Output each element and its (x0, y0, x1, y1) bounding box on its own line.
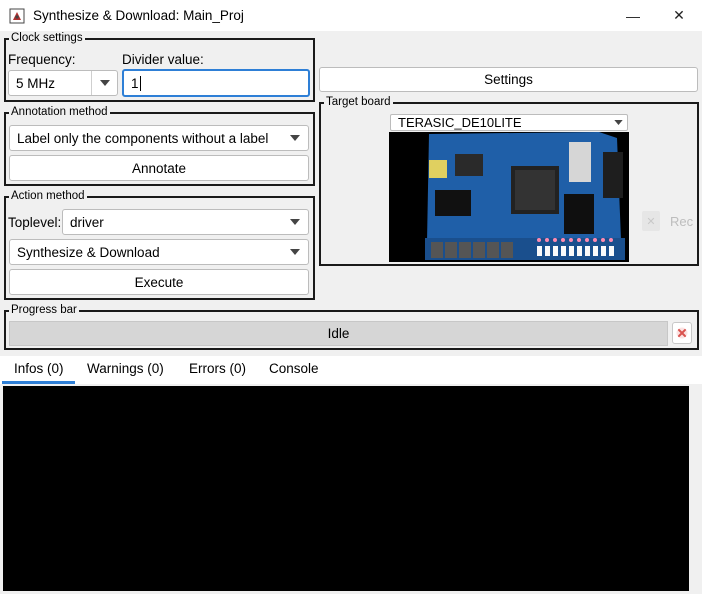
minimize-button[interactable]: — (610, 0, 656, 31)
background-partial-text: Rec (670, 213, 694, 229)
action-title: Action method (9, 189, 87, 203)
background-partial: ✕ Rec (642, 210, 702, 232)
annotation-title: Annotation method (9, 105, 110, 119)
frequency-value: 5 MHz (16, 75, 56, 91)
action-value: Synthesize & Download (17, 244, 160, 260)
minimize-icon: — (626, 7, 640, 24)
close-button[interactable]: ✕ (656, 0, 702, 31)
text-caret (139, 75, 141, 91)
tab-errors[interactable]: Errors (0) (189, 361, 246, 376)
target-board-title: Target board (324, 95, 393, 109)
frequency-label: Frequency: (8, 52, 76, 67)
output-tabs: Infos (0) Warnings (0) Errors (0) Consol… (0, 356, 702, 384)
close-icon (676, 327, 688, 339)
annotation-mode-select[interactable]: Label only the components without a labe… (9, 125, 309, 151)
chevron-down-icon (609, 115, 627, 130)
board-select[interactable]: TERASIC_DE10LITE (390, 114, 628, 131)
divider-label: Divider value: (122, 52, 204, 67)
progress-bar: Idle (9, 321, 668, 346)
close-icon: ✕ (673, 7, 685, 23)
board-image (389, 132, 629, 262)
active-tab-indicator (2, 381, 75, 384)
annotate-button[interactable]: Annotate (9, 155, 309, 181)
frequency-select[interactable]: 5 MHz (8, 70, 118, 96)
settings-button[interactable]: Settings (319, 67, 698, 92)
clock-settings-title: Clock settings (9, 31, 85, 45)
window-title: Synthesize & Download: Main_Proj (33, 8, 244, 23)
progress-status: Idle (327, 326, 350, 341)
tab-warnings[interactable]: Warnings (0) (87, 361, 164, 376)
chevron-down-icon (282, 210, 308, 234)
execute-button[interactable]: Execute (9, 269, 309, 295)
action-select[interactable]: Synthesize & Download (9, 239, 309, 265)
tab-infos[interactable]: Infos (0) (14, 361, 64, 376)
chevron-down-icon (91, 71, 117, 95)
app-icon (9, 8, 25, 24)
chevron-down-icon (282, 240, 308, 264)
toplevel-value: driver (70, 214, 104, 230)
toplevel-label: Toplevel: (8, 215, 62, 230)
progress-title: Progress bar (9, 303, 79, 317)
tab-console[interactable]: Console (269, 361, 319, 376)
divider-input[interactable]: 1 (122, 69, 310, 97)
console-scrollbar[interactable] (689, 386, 702, 591)
output-console[interactable] (3, 386, 689, 591)
close-icon: ✕ (642, 211, 660, 231)
annotation-mode-value: Label only the components without a labe… (17, 130, 269, 146)
title-bar: Synthesize & Download: Main_Proj — ✕ (0, 0, 702, 31)
divider-value: 1 (131, 75, 139, 91)
cancel-button[interactable] (672, 322, 692, 344)
chevron-down-icon (282, 126, 308, 150)
toplevel-select[interactable]: driver (62, 209, 309, 235)
board-value: TERASIC_DE10LITE (398, 115, 522, 130)
